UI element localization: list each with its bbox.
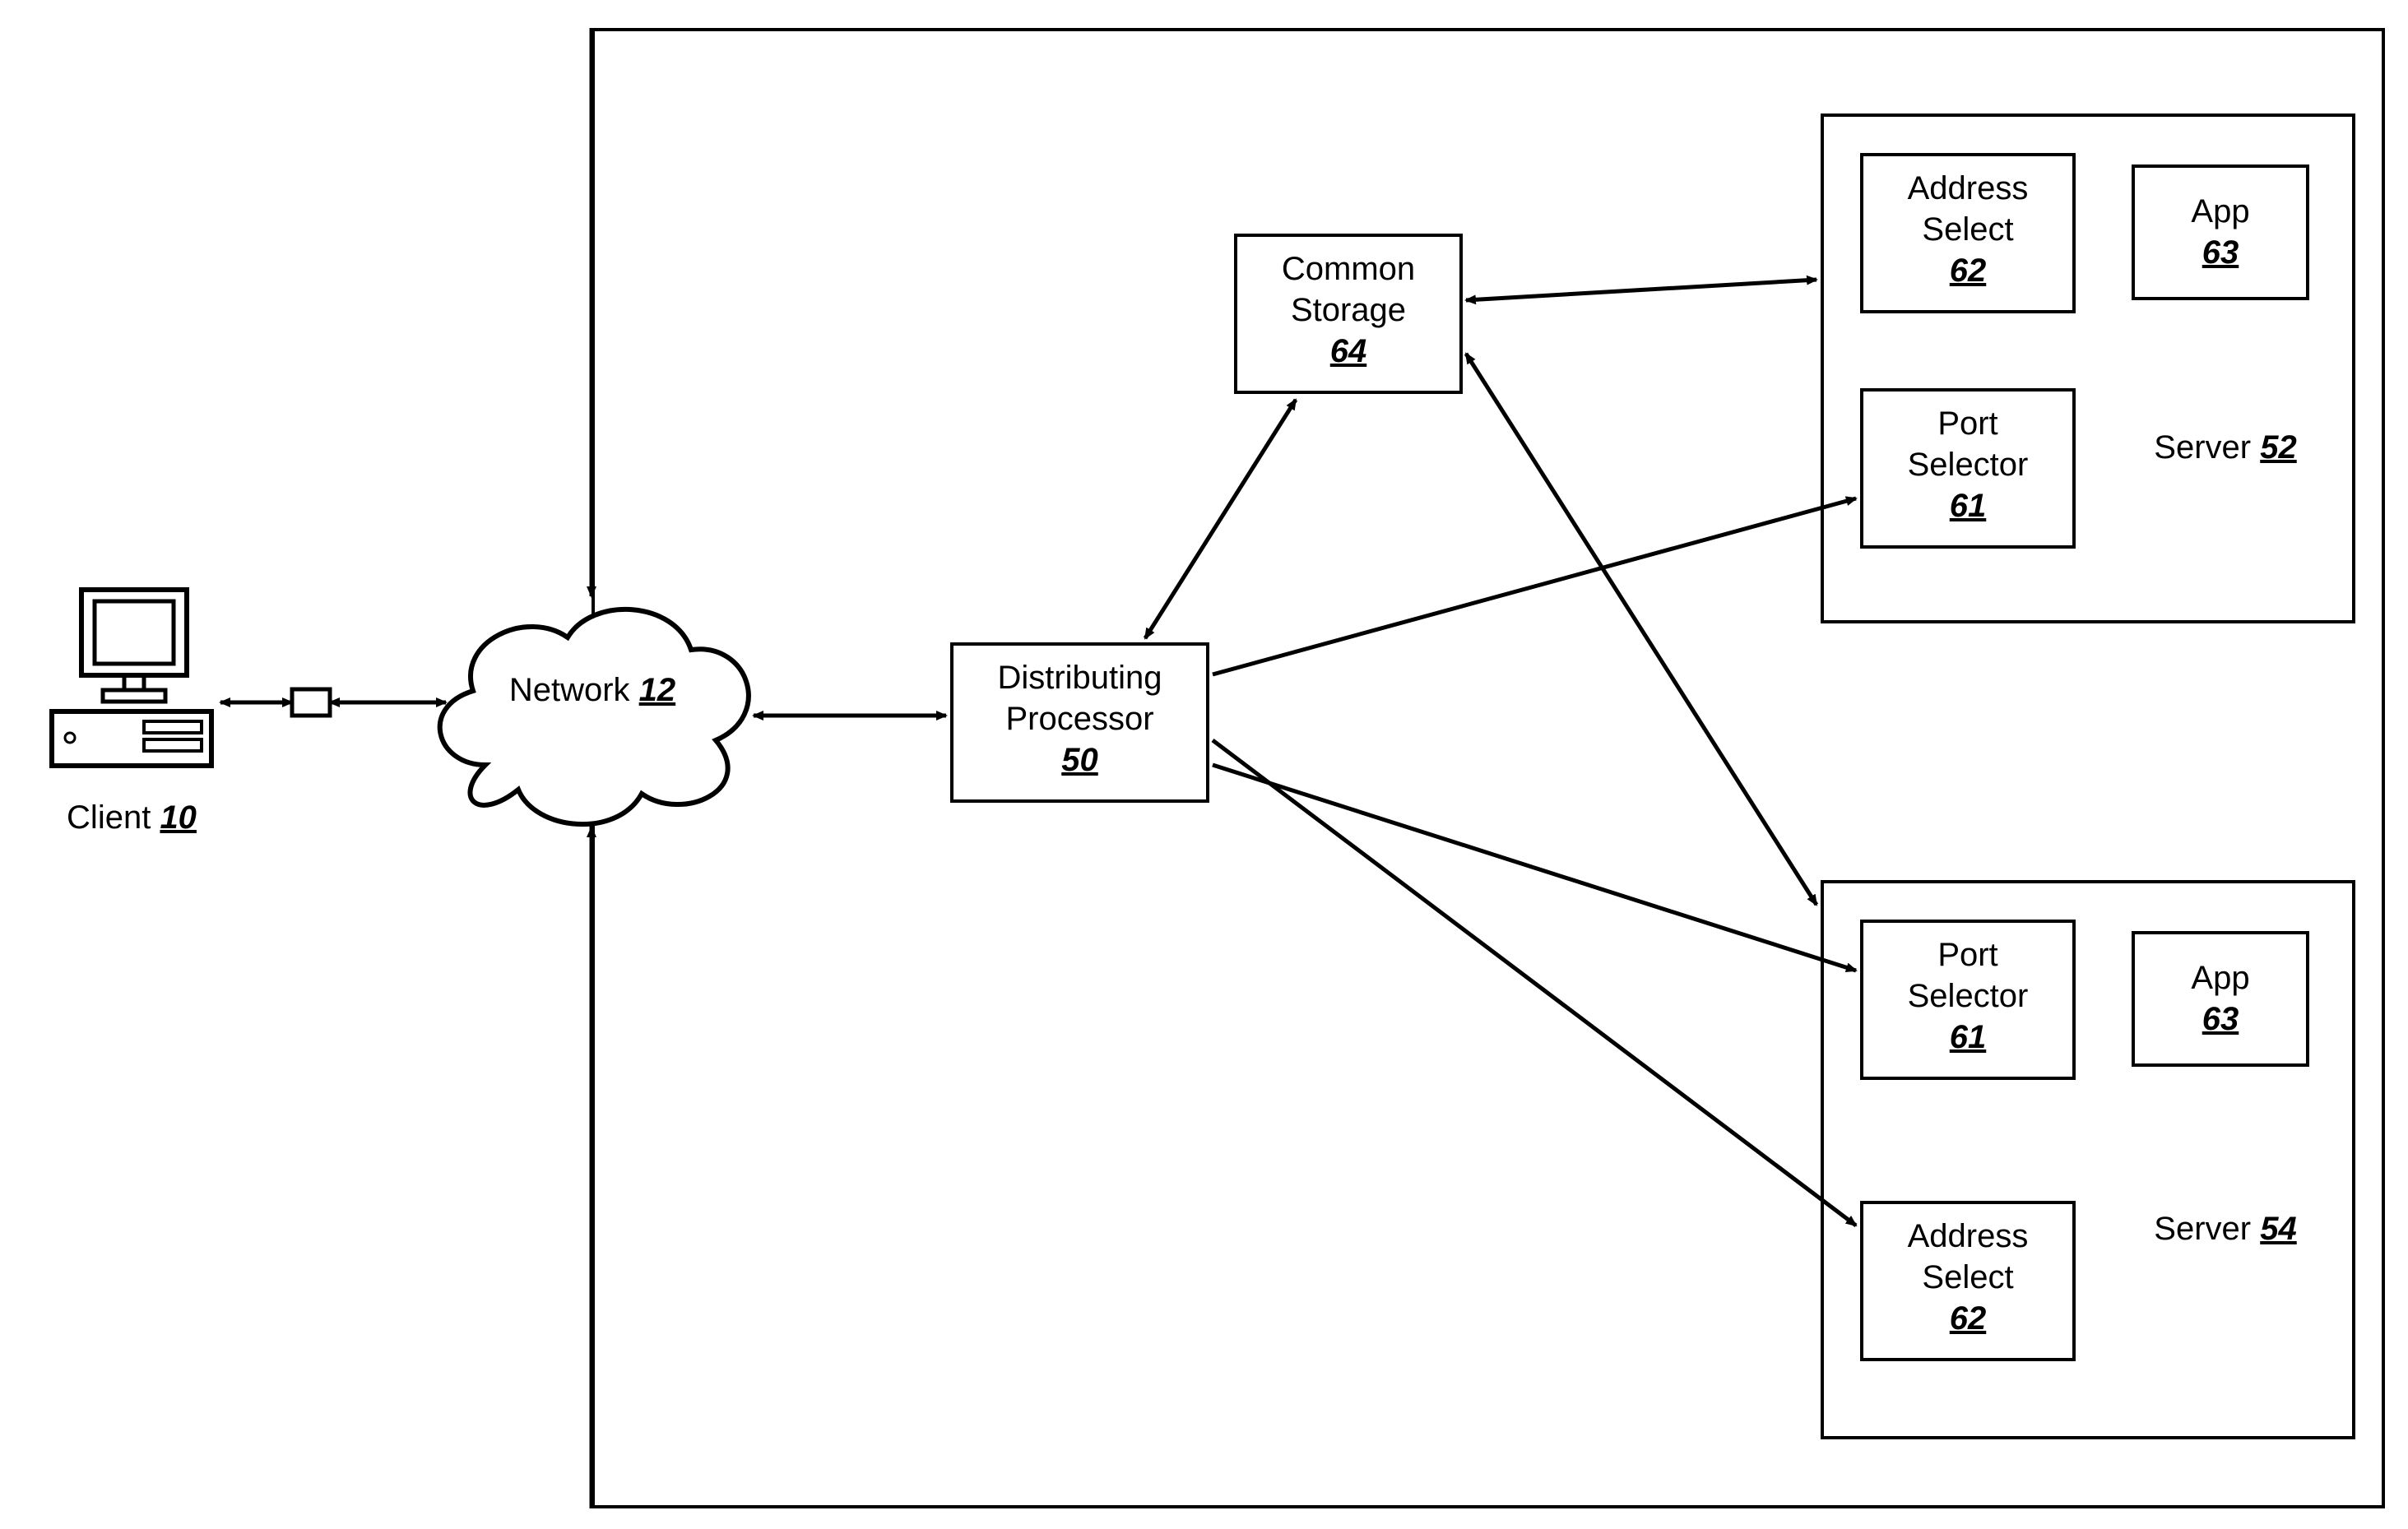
cs-to-s52 bbox=[1466, 280, 1816, 300]
dp-to-s54portsel bbox=[1213, 765, 1856, 971]
dp-cs-link bbox=[1145, 400, 1296, 638]
diagram-canvas: Client 10 Network 12 Distributing Proces… bbox=[0, 0, 2408, 1529]
client-network-link bbox=[220, 689, 446, 716]
arrows-layer bbox=[0, 0, 2408, 1529]
dp-to-s52portsel bbox=[1213, 498, 1856, 674]
cs-to-s54 bbox=[1466, 354, 1816, 905]
